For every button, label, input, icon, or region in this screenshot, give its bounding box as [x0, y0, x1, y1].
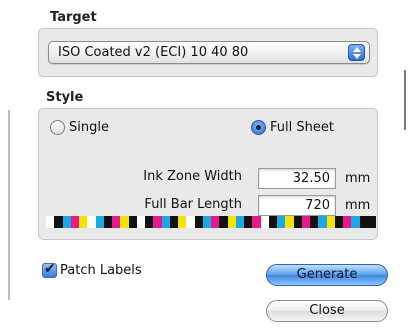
color-bar-patch	[326, 216, 335, 228]
dialog-window: Target ISO Coated v2 (ECI) 10 40 80 Styl…	[0, 0, 420, 330]
color-bar-patch	[202, 216, 211, 228]
radio-single-circle[interactable]	[50, 120, 65, 135]
radio-full-sheet[interactable]: Full Sheet	[251, 120, 334, 135]
color-bar-patch	[178, 216, 187, 228]
color-bar-patch	[103, 216, 112, 228]
close-button[interactable]: Close	[266, 300, 388, 322]
color-bar-patch	[268, 216, 277, 228]
ink-zone-width-field[interactable]: 32.50	[258, 168, 336, 189]
color-bar-patch	[301, 216, 310, 228]
color-bar-patch	[310, 216, 319, 228]
color-bar-patch	[128, 216, 137, 228]
color-bar-patch	[277, 216, 286, 228]
color-bar-patch	[70, 216, 79, 228]
color-bar-patch	[334, 216, 343, 228]
ink-zone-width-label: Ink Zone Width	[143, 169, 242, 184]
checkmark-icon[interactable]	[42, 261, 57, 278]
color-bar-patch	[235, 216, 244, 228]
color-bar-patch	[169, 216, 178, 228]
target-profile-popup[interactable]: ISO Coated v2 (ECI) 10 40 80	[48, 41, 370, 64]
full-bar-length-label: Full Bar Length	[144, 197, 242, 212]
color-bar-patch	[318, 216, 327, 228]
color-bar-patch	[260, 216, 269, 228]
color-bar-patch	[244, 216, 253, 228]
ink-zone-width-unit: mm	[345, 171, 371, 186]
color-bar-patch	[351, 216, 360, 228]
radio-single[interactable]: Single	[50, 120, 109, 135]
color-bar-patch	[145, 216, 154, 228]
color-bar-patch	[79, 216, 88, 228]
color-bar-patch	[62, 216, 71, 228]
color-bar-patch	[161, 216, 170, 228]
radio-single-label: Single	[69, 120, 109, 135]
target-profile-value: ISO Coated v2 (ECI) 10 40 80	[58, 45, 249, 60]
color-bar-patch	[186, 216, 195, 228]
color-bar-patch	[87, 216, 96, 228]
color-bar-patch	[211, 216, 220, 228]
color-bar-patch	[359, 216, 368, 228]
color-bar-patch	[136, 216, 145, 228]
full-bar-length-field[interactable]: 720	[258, 195, 336, 216]
color-bar-patch	[153, 216, 162, 228]
window-edge-right	[404, 70, 406, 130]
color-bar-patch	[285, 216, 294, 228]
window-edge-left	[8, 110, 10, 300]
full-bar-length-unit: mm	[345, 198, 371, 213]
color-bar-patch	[112, 216, 121, 228]
color-bar-patch	[120, 216, 129, 228]
radio-full-sheet-circle[interactable]	[251, 120, 266, 135]
patch-labels-label: Patch Labels	[60, 263, 142, 278]
color-bar-preview	[46, 216, 376, 228]
color-bar-patch	[367, 216, 376, 228]
color-bar-patch	[95, 216, 104, 228]
color-bar-patch	[219, 216, 228, 228]
color-bar-patch	[343, 216, 352, 228]
color-bar-patch	[227, 216, 236, 228]
style-group-label: Style	[46, 90, 84, 105]
patch-labels-checkbox[interactable]: Patch Labels	[42, 261, 142, 278]
target-group-label: Target	[50, 10, 97, 25]
radio-full-sheet-label: Full Sheet	[270, 120, 334, 135]
generate-button[interactable]: Generate	[266, 264, 388, 286]
color-bar-patch	[252, 216, 261, 228]
popup-arrows-icon	[348, 44, 365, 61]
color-bar-patch	[54, 216, 63, 228]
color-bar-patch	[46, 216, 55, 228]
color-bar-patch	[293, 216, 302, 228]
color-bar-patch	[194, 216, 203, 228]
